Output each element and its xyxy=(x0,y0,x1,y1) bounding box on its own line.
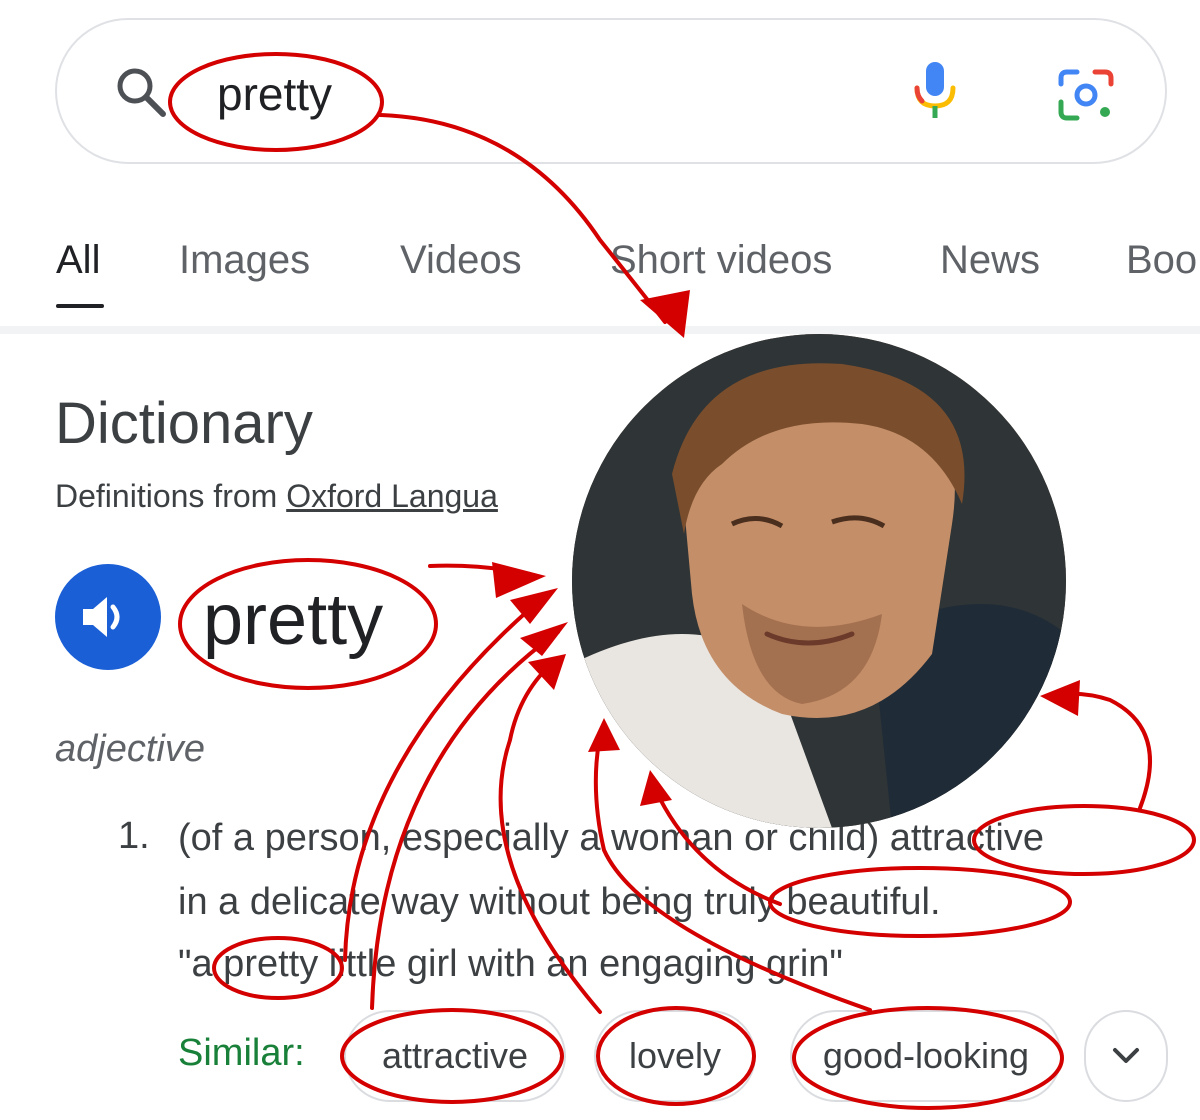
tab-images[interactable]: Images xyxy=(179,238,310,283)
source-link[interactable]: Oxford Langua xyxy=(286,478,498,514)
definition-line-2: in a delicate way without being truly be… xyxy=(178,881,941,923)
tab-all[interactable]: All xyxy=(56,238,100,283)
top-bar: pretty All Images Videos Short videos Ne… xyxy=(0,0,1200,334)
part-of-speech: adjective xyxy=(55,728,205,770)
portrait-photo xyxy=(572,334,1066,828)
annotation-arrow-headword xyxy=(428,563,532,576)
speaker-icon xyxy=(83,597,120,637)
tab-news[interactable]: News xyxy=(940,238,1040,283)
mic-icon[interactable] xyxy=(913,60,957,122)
tab-books[interactable]: Boo xyxy=(1126,238,1197,283)
expand-similar-button[interactable] xyxy=(1084,1010,1168,1102)
search-query[interactable]: pretty xyxy=(217,68,332,120)
search-tabs: All Images Videos Short videos News Boo xyxy=(0,230,1200,310)
headword: pretty xyxy=(203,580,384,660)
similar-label: Similar: xyxy=(178,1032,305,1074)
similar-chip-lovely[interactable]: lovely xyxy=(594,1010,756,1102)
search-box[interactable]: pretty xyxy=(55,18,1167,164)
active-tab-indicator xyxy=(56,304,104,308)
definition-example: "a pretty little girl with an engaging g… xyxy=(178,943,843,985)
similar-chip-attractive[interactable]: attractive xyxy=(344,1010,566,1102)
definition-number: 1. xyxy=(118,815,150,857)
chevron-down-icon xyxy=(1113,1048,1139,1063)
section-divider xyxy=(0,326,1200,334)
google-lens-icon[interactable] xyxy=(1057,68,1115,122)
similar-chip-good-looking[interactable]: good-looking xyxy=(790,1010,1062,1102)
portrait-illustration xyxy=(572,334,1066,828)
tab-short-videos[interactable]: Short videos xyxy=(610,238,832,283)
search-icon[interactable] xyxy=(113,64,169,120)
annotation-arrow-attractive xyxy=(1046,691,1152,810)
source-prefix: Definitions from xyxy=(55,478,278,514)
definition-line-1: (of a person, especially a woman or chil… xyxy=(178,817,1044,859)
tab-videos[interactable]: Videos xyxy=(400,238,522,283)
dictionary-title: Dictionary xyxy=(55,391,313,456)
dictionary-source: Definitions from Oxford Langua xyxy=(55,478,498,515)
pronunciation-button[interactable] xyxy=(55,564,161,670)
